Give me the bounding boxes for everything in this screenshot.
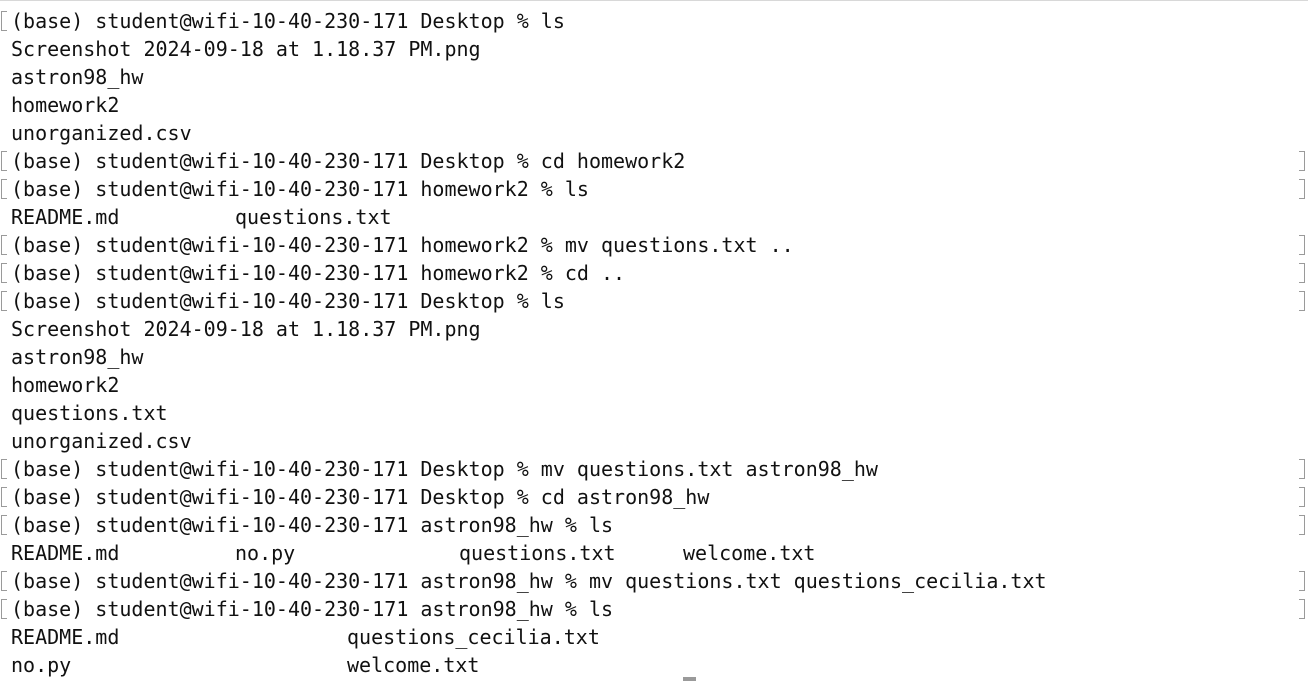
- prompt-line: (base) student@wifi-10-40-230-171 Deskto…: [0, 147, 1308, 175]
- output-line: no.py welcome.txt: [0, 651, 1308, 679]
- mark-bracket-left: [1, 151, 7, 171]
- output-line: README.md questions.txt: [0, 203, 1308, 231]
- prompt-text: (base) student@wifi-10-40-230-171 homewo…: [11, 233, 794, 257]
- mark-bracket-right: [1299, 291, 1305, 311]
- mark-bracket-right: [1299, 151, 1305, 171]
- mark-bracket-right: [1299, 459, 1305, 479]
- mark-bracket-right: [1299, 515, 1305, 535]
- output-line: README.md questions_cecilia.txt: [0, 623, 1308, 651]
- mark-bracket-right: [1299, 263, 1305, 283]
- output-text: questions.txt: [11, 401, 168, 425]
- output-line: README.md no.py questions.txt welcome.txt: [0, 539, 1308, 567]
- ls-entry: questions_cecilia.txt: [347, 625, 600, 649]
- prompt-text: (base) student@wifi-10-40-230-171 astron…: [11, 569, 1047, 593]
- output-text: unorganized.csv: [11, 429, 192, 453]
- mark-bracket-left: [1, 291, 7, 311]
- prompt-line: (base) student@wifi-10-40-230-171 Deskto…: [0, 7, 1308, 35]
- mark-bracket-right: [1299, 571, 1305, 591]
- prompt-line: (base) student@wifi-10-40-230-171 Deskto…: [0, 455, 1308, 483]
- ls-entry: welcome.txt: [347, 653, 480, 677]
- prompt-line: (base) student@wifi-10-40-230-171 homewo…: [0, 259, 1308, 287]
- output-text: unorganized.csv: [11, 121, 192, 145]
- prompt-text: (base) student@wifi-10-40-230-171 Deskto…: [11, 289, 565, 313]
- output-line: Screenshot 2024-09-18 at 1.18.37 PM.png: [0, 35, 1308, 63]
- prompt-text: (base) student@wifi-10-40-230-171 Deskto…: [11, 485, 710, 509]
- output-line: homework2: [0, 371, 1308, 399]
- output-text: homework2: [11, 93, 120, 117]
- mark-bracket-left: [1, 599, 7, 619]
- ls-entry: README.md: [11, 541, 120, 565]
- mark-bracket-left: [1, 11, 7, 31]
- output-text: homework2: [11, 373, 120, 397]
- output-line: astron98_hw: [0, 63, 1308, 91]
- prompt-line: (base) student@wifi-10-40-230-171 astron…: [0, 567, 1308, 595]
- output-line: homework2: [0, 91, 1308, 119]
- mark-bracket-left: [1, 235, 7, 255]
- output-line: astron98_hw: [0, 343, 1308, 371]
- mark-bracket-left: [1, 459, 7, 479]
- output-text: astron98_hw: [11, 345, 144, 369]
- prompt-line: (base) student@wifi-10-40-230-171 Deskto…: [0, 287, 1308, 315]
- prompt-text: (base) student@wifi-10-40-230-171 Deskto…: [11, 457, 878, 481]
- prompt-line: (base) student@wifi-10-40-230-171 homewo…: [0, 175, 1308, 203]
- text-cursor: [683, 677, 696, 681]
- prompt-text: (base) student@wifi-10-40-230-171 astron…: [11, 513, 614, 537]
- mark-bracket-right: [1299, 487, 1305, 507]
- ls-entry: README.md: [11, 625, 120, 649]
- mark-bracket-left: [1, 487, 7, 507]
- prompt-text: (base) student@wifi-10-40-230-171 homewo…: [11, 261, 626, 285]
- output-line: unorganized.csv: [0, 119, 1308, 147]
- mark-bracket-left: [1, 263, 7, 283]
- output-text: Screenshot 2024-09-18 at 1.18.37 PM.png: [11, 37, 481, 61]
- prompt-line: (base) student@wifi-10-40-230-171 homewo…: [0, 231, 1308, 259]
- terminal-window[interactable]: (base) student@wifi-10-40-230-171 Deskto…: [0, 0, 1308, 682]
- prompt-text: (base) student@wifi-10-40-230-171 homewo…: [11, 177, 589, 201]
- ls-entry: no.py: [235, 541, 296, 565]
- prompt-line: (base) student@wifi-10-40-230-171 astron…: [0, 595, 1308, 623]
- ls-entry: README.md: [11, 205, 120, 229]
- prompt-text: (base) student@wifi-10-40-230-171 Deskto…: [11, 9, 565, 33]
- mark-bracket-left: [1, 179, 7, 199]
- prompt-line: (base) student@wifi-10-40-230-171 astron…: [0, 511, 1308, 539]
- ls-entry: welcome.txt: [683, 541, 816, 565]
- mark-bracket-right: [1299, 599, 1305, 619]
- output-text: Screenshot 2024-09-18 at 1.18.37 PM.png: [11, 317, 481, 341]
- prompt-line: (base) student@wifi-10-40-230-171 Deskto…: [0, 483, 1308, 511]
- ls-entry: questions.txt: [459, 541, 616, 565]
- prompt-text: (base) student@wifi-10-40-230-171 astron…: [11, 597, 614, 621]
- mark-bracket-left: [1, 571, 7, 591]
- output-line: Screenshot 2024-09-18 at 1.18.37 PM.png: [0, 315, 1308, 343]
- ls-entry: no.py: [11, 653, 72, 677]
- prompt-text: (base) student@wifi-10-40-230-171 Deskto…: [11, 149, 686, 173]
- mark-bracket-left: [1, 515, 7, 535]
- mark-bracket-right: [1299, 235, 1305, 255]
- output-line: questions.txt: [0, 399, 1308, 427]
- mark-bracket-right: [1299, 179, 1305, 199]
- output-text: astron98_hw: [11, 65, 144, 89]
- ls-entry: questions.txt: [235, 205, 392, 229]
- output-line: unorganized.csv: [0, 427, 1308, 455]
